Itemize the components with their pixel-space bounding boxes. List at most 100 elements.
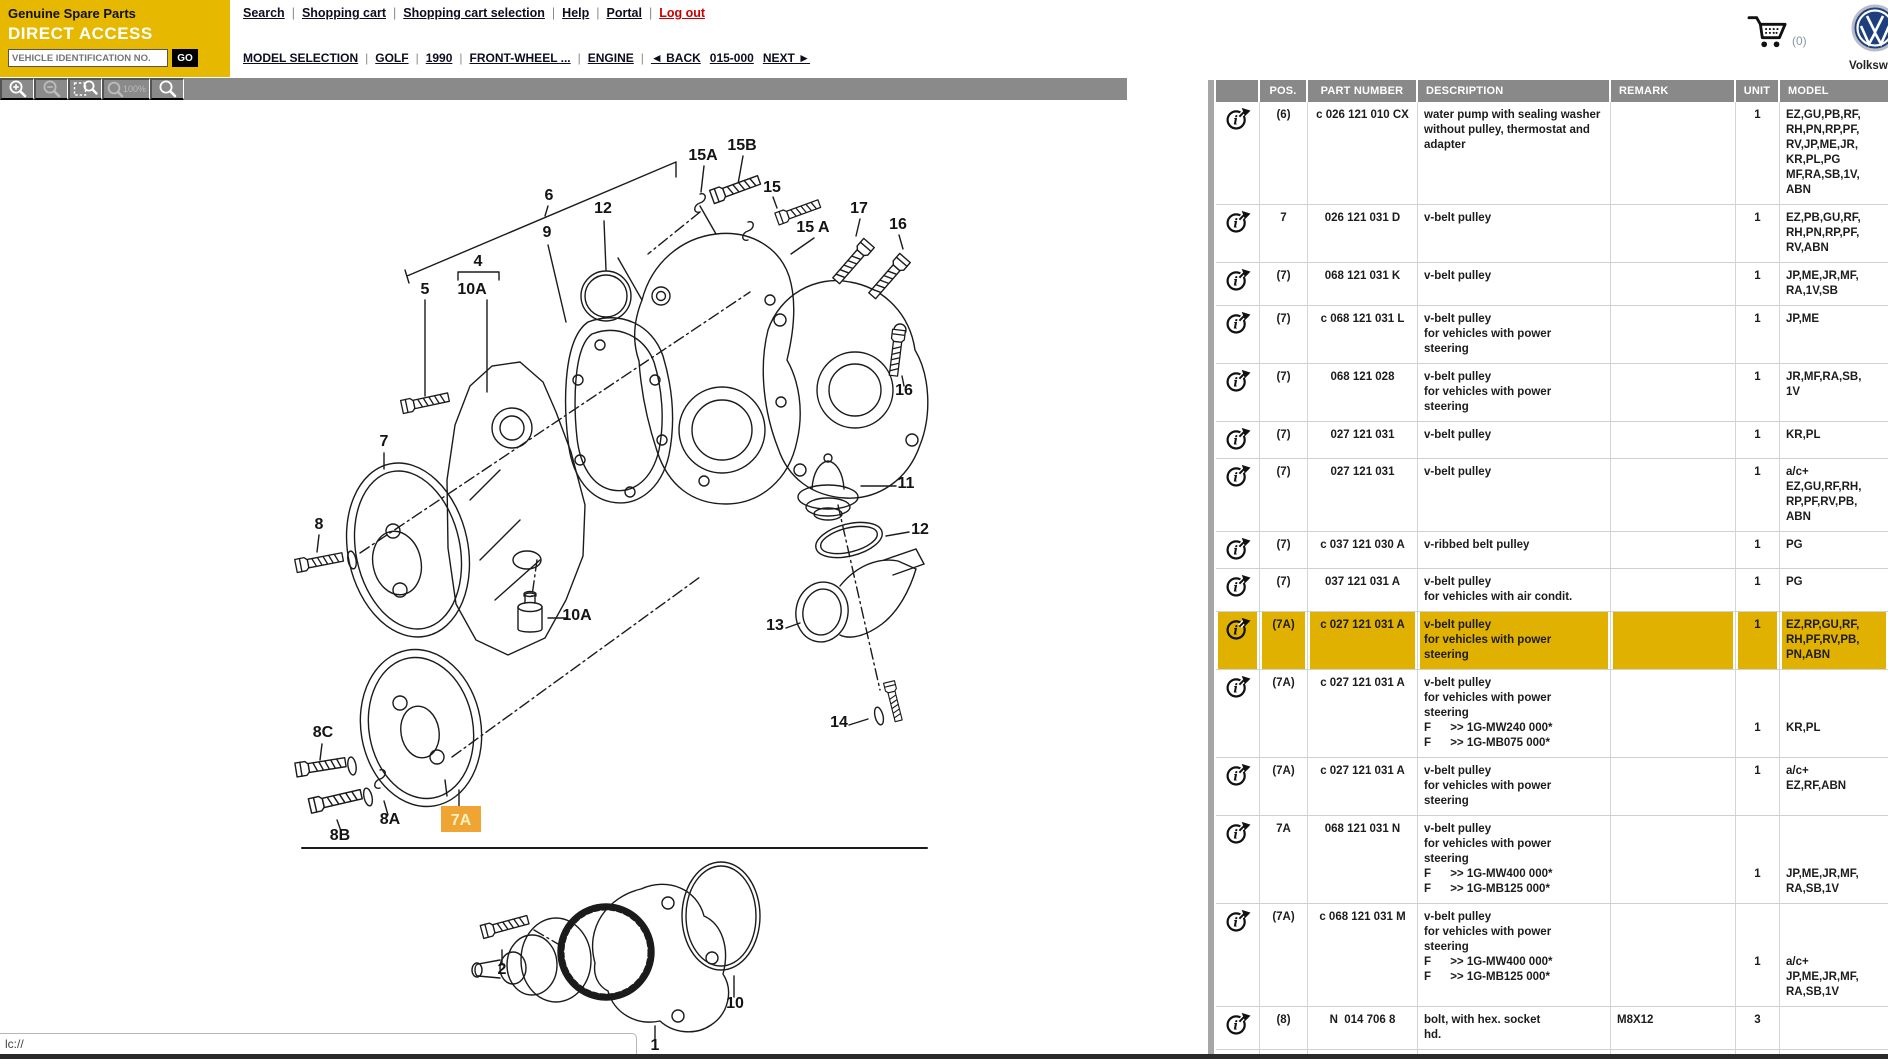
part-info-icon[interactable]: i <box>1225 209 1251 235</box>
column-header-icon <box>1216 80 1260 102</box>
cell-pos: (7) <box>1260 532 1308 568</box>
cell-unit-line: 1 <box>1742 721 1773 736</box>
nav-link-shopping-cart[interactable]: Shopping cart <box>302 6 386 20</box>
table-row[interactable]: i (7A)c 027 121 031 Av-belt pulleyfor ve… <box>1216 612 1888 670</box>
diagram-callout-1[interactable]: 1 <box>651 1037 660 1054</box>
diagram-callout-16[interactable]: 16 <box>889 216 907 233</box>
diagram-callout-7a[interactable]: 7A <box>451 812 472 829</box>
diagram-callout-9[interactable]: 9 <box>543 224 552 241</box>
table-row[interactable]: i (7)037 121 031 Av-belt pulleyfor vehic… <box>1216 569 1888 612</box>
cell-description: v-belt pulleyfor vehicles with powerstee… <box>1418 758 1611 815</box>
part-number-value: c 027 121 031 A <box>1314 676 1411 691</box>
cell-model: a/c+EZ,GU,RF,RH,RP,PF,RV,PB,ABN <box>1780 459 1888 531</box>
table-row[interactable]: i (8)N 014 706 8bolt, with hex. sockethd… <box>1216 1007 1888 1050</box>
diagram-callout-4[interactable]: 4 <box>474 253 483 270</box>
diagram-callout-2[interactable]: 2 <box>498 961 507 978</box>
go-button[interactable]: GO <box>172 49 198 67</box>
cell-model-line <box>1786 910 1882 925</box>
cell-model-line: EZ,GU,PB,RF, <box>1786 108 1882 123</box>
nav-link-shopping-cart-selection[interactable]: Shopping cart selection <box>403 6 545 20</box>
diagram-callout-8[interactable]: 8 <box>315 516 324 533</box>
page-code[interactable]: 015-000 <box>710 51 754 65</box>
part-info-icon[interactable]: i <box>1225 310 1251 336</box>
diagram-callout-10[interactable]: 10 <box>726 995 744 1012</box>
cell-description-line: steering <box>1424 940 1604 955</box>
cell-unit: 1 <box>1736 459 1780 531</box>
diagram-callout-8c[interactable]: 8C <box>313 724 334 741</box>
table-row[interactable]: i 7A068 121 031 Nv-belt pulleyfor vehicl… <box>1216 816 1888 904</box>
nav-link-portal[interactable]: Portal <box>607 6 642 20</box>
zoom-in-button[interactable] <box>0 78 34 100</box>
breadcrumb-item-golf[interactable]: GOLF <box>375 51 408 65</box>
zoom-100-button: 100% <box>102 78 150 100</box>
part-info-icon[interactable]: i <box>1225 463 1251 489</box>
table-row[interactable]: i (7)027 121 031v-belt pulley1a/c+EZ,GU,… <box>1216 459 1888 532</box>
breadcrumb-item-1990[interactable]: 1990 <box>426 51 453 65</box>
table-row[interactable]: i 7026 121 031 Dv-belt pulley1EZ,PB,GU,R… <box>1216 205 1888 263</box>
diagram-callout-6[interactable]: 6 <box>545 187 554 204</box>
table-row[interactable]: i (7)027 121 031v-belt pulley1KR,PL <box>1216 422 1888 459</box>
breadcrumb-item-model-selection[interactable]: MODEL SELECTION <box>243 51 358 65</box>
diagram-callout-15[interactable]: 15 <box>763 179 781 196</box>
nav-link-search[interactable]: Search <box>243 6 285 20</box>
table-row[interactable]: i (7)068 121 031 Kv-belt pulley1JP,ME,JR… <box>1216 263 1888 306</box>
diagram-callout-15a[interactable]: 15 A <box>796 219 830 236</box>
diagram-callout-14[interactable]: 14 <box>830 714 848 731</box>
part-info-icon[interactable]: i <box>1225 1011 1251 1037</box>
part-info-icon[interactable]: i <box>1225 908 1251 934</box>
table-row[interactable]: i (7)c 068 121 031 Lv-belt pulleyfor veh… <box>1216 306 1888 364</box>
part-info-icon[interactable]: i <box>1225 536 1251 562</box>
part-info-icon[interactable]: i <box>1225 820 1251 846</box>
cell-part-number: 037 121 031 A <box>1308 569 1418 611</box>
pos-value: (7) <box>1266 538 1301 553</box>
cell-unit: 1 <box>1736 904 1780 1006</box>
diagram-callout-8a[interactable]: 8A <box>380 811 401 828</box>
part-number-value: 068 121 031 K <box>1314 269 1411 284</box>
table-row[interactable]: i (7A)c 068 121 031 Mv-belt pulleyfor ve… <box>1216 904 1888 1007</box>
nav-link-help[interactable]: Help <box>562 6 589 20</box>
pane-splitter[interactable] <box>1208 80 1214 1059</box>
cell-description-line: v-belt pulley <box>1424 910 1604 925</box>
diagram-callout-12[interactable]: 12 <box>594 200 612 217</box>
vin-input[interactable] <box>8 49 168 67</box>
cell-part-number: 068 121 031 N <box>1308 816 1418 903</box>
diagram-callout-12[interactable]: 12 <box>911 521 929 538</box>
part-info-icon[interactable]: i <box>1225 616 1251 642</box>
cell-part-number: 026 121 031 D <box>1308 205 1418 262</box>
table-row[interactable]: i (7)068 121 028v-belt pulleyfor vehicle… <box>1216 364 1888 422</box>
next-button[interactable]: NEXT ► <box>763 51 810 65</box>
nav-link-log-out[interactable]: Log out <box>659 6 705 20</box>
diagram-callout-13[interactable]: 13 <box>766 617 784 634</box>
zoom-area-button[interactable] <box>68 78 102 100</box>
part-info-icon[interactable]: i <box>1225 106 1251 132</box>
cell-model: KR,PL <box>1780 422 1888 458</box>
diagram-callout-17[interactable]: 17 <box>850 200 868 217</box>
cell-remark <box>1611 758 1736 815</box>
part-info-icon[interactable]: i <box>1225 426 1251 452</box>
part-info-icon[interactable]: i <box>1225 267 1251 293</box>
table-row[interactable]: i (6)c 026 121 010 CXwater pump with sea… <box>1216 102 1888 205</box>
breadcrumb-item-front-wheel-[interactable]: FRONT-WHEEL ... <box>470 51 571 65</box>
part-info-icon[interactable]: i <box>1225 674 1251 700</box>
zoom-free-button[interactable] <box>150 78 184 100</box>
breadcrumb-item-engine[interactable]: ENGINE <box>588 51 634 65</box>
table-row[interactable]: i (7A)c 027 121 031 Av-belt pulleyfor ve… <box>1216 758 1888 816</box>
diagram-callout-16[interactable]: 16 <box>895 382 913 399</box>
diagram-callout-10a[interactable]: 10A <box>562 607 592 624</box>
diagram-callout-5[interactable]: 5 <box>421 281 430 298</box>
cell-model: EZ,GU,PB,RF,RH,PN,RP,PF,RV,JP,ME,JR,KR,P… <box>1780 102 1888 204</box>
diagram-callout-10a[interactable]: 10A <box>457 281 487 298</box>
part-info-icon[interactable]: i <box>1225 368 1251 394</box>
diagram-callout-7[interactable]: 7 <box>380 433 389 450</box>
diagram-callout-11[interactable]: 11 <box>898 475 915 492</box>
part-info-icon[interactable]: i <box>1225 573 1251 599</box>
shopping-cart-button[interactable]: (0) <box>1746 12 1807 50</box>
part-info-icon[interactable]: i <box>1225 762 1251 788</box>
table-row[interactable]: i (7)c 037 121 030 Av-ribbed belt pulley… <box>1216 532 1888 569</box>
cell-description: v-belt pulleyfor vehicles with powerstee… <box>1418 670 1611 757</box>
diagram-callout-15a[interactable]: 15A <box>688 147 718 164</box>
breadcrumb-item--back[interactable]: ◄ BACK <box>651 51 701 65</box>
diagram-callout-8b[interactable]: 8B <box>330 827 350 844</box>
table-row[interactable]: i (7A)c 027 121 031 Av-belt pulleyfor ve… <box>1216 670 1888 758</box>
diagram-callout-15b[interactable]: 15B <box>727 137 756 154</box>
